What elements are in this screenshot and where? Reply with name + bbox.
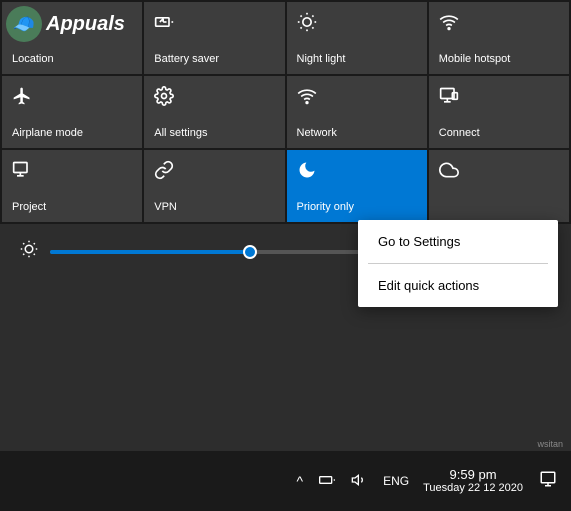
clock-date: Tuesday 22 12 2020 bbox=[423, 482, 523, 495]
airplane-mode-icon bbox=[12, 86, 32, 112]
night-light-icon bbox=[297, 12, 317, 38]
tile-network[interactable]: Network bbox=[287, 76, 427, 148]
taskbar: ^ ENG 9:59 pm Tuesday 22 12 2020 bbox=[0, 451, 571, 511]
tile-project[interactable]: Project bbox=[2, 150, 142, 222]
location-label: Location bbox=[12, 53, 54, 66]
vpn-label: VPN bbox=[154, 201, 177, 214]
battery-tray-icon[interactable] bbox=[315, 471, 339, 491]
watermark: 🧢 Appuals bbox=[6, 6, 125, 42]
watermark-logo: 🧢 bbox=[6, 6, 42, 42]
wsitan-watermark: wsitan bbox=[537, 439, 563, 449]
network-label: Network bbox=[297, 127, 337, 140]
edit-quick-actions-item[interactable]: Edit quick actions bbox=[358, 264, 558, 307]
tile-vpn[interactable]: VPN bbox=[144, 150, 284, 222]
priority-only-icon bbox=[297, 160, 317, 186]
action-center-button[interactable] bbox=[533, 466, 563, 497]
system-tray: ^ ENG bbox=[293, 470, 414, 493]
network-icon bbox=[297, 86, 317, 112]
tile-all-settings[interactable]: All settings bbox=[144, 76, 284, 148]
connect-icon bbox=[439, 86, 459, 112]
watermark-text: Appuals bbox=[46, 13, 125, 36]
volume-tray-icon[interactable] bbox=[347, 470, 371, 493]
tile-night-light[interactable]: Night light bbox=[287, 2, 427, 74]
project-label: Project bbox=[12, 201, 46, 214]
tile-battery-saver[interactable]: Battery saver bbox=[144, 2, 284, 74]
tile-connect[interactable]: Connect bbox=[429, 76, 569, 148]
airplane-mode-label: Airplane mode bbox=[12, 127, 83, 140]
all-settings-icon bbox=[154, 86, 174, 112]
mobile-hotspot-label: Mobile hotspot bbox=[439, 53, 511, 66]
connect-label: Connect bbox=[439, 127, 480, 140]
taskbar-clock[interactable]: 9:59 pm Tuesday 22 12 2020 bbox=[423, 467, 523, 496]
context-menu: Go to Settings Edit quick actions bbox=[358, 220, 558, 307]
all-settings-label: All settings bbox=[154, 127, 207, 140]
mobile-hotspot-icon bbox=[439, 12, 459, 38]
tile-cloudy[interactable] bbox=[429, 150, 569, 222]
go-to-settings-item[interactable]: Go to Settings bbox=[358, 220, 558, 263]
brightness-slider-fill bbox=[50, 250, 250, 254]
brightness-slider-thumb bbox=[243, 245, 257, 259]
vpn-icon bbox=[154, 160, 174, 186]
brightness-icon bbox=[20, 240, 38, 263]
tile-airplane-mode[interactable]: Airplane mode bbox=[2, 76, 142, 148]
night-light-label: Night light bbox=[297, 53, 346, 66]
tile-mobile-hotspot[interactable]: Mobile hotspot bbox=[429, 2, 569, 74]
clock-time: 9:59 pm bbox=[450, 467, 497, 483]
priority-only-label: Priority only bbox=[297, 201, 354, 214]
chevron-up-icon[interactable]: ^ bbox=[293, 471, 308, 491]
battery-saver-label: Battery saver bbox=[154, 53, 219, 66]
cloudy-icon bbox=[439, 160, 459, 186]
battery-saver-icon bbox=[154, 12, 174, 38]
tile-priority-only[interactable]: Priority only bbox=[287, 150, 427, 222]
language-indicator[interactable]: ENG bbox=[379, 472, 413, 490]
project-icon bbox=[12, 160, 32, 186]
